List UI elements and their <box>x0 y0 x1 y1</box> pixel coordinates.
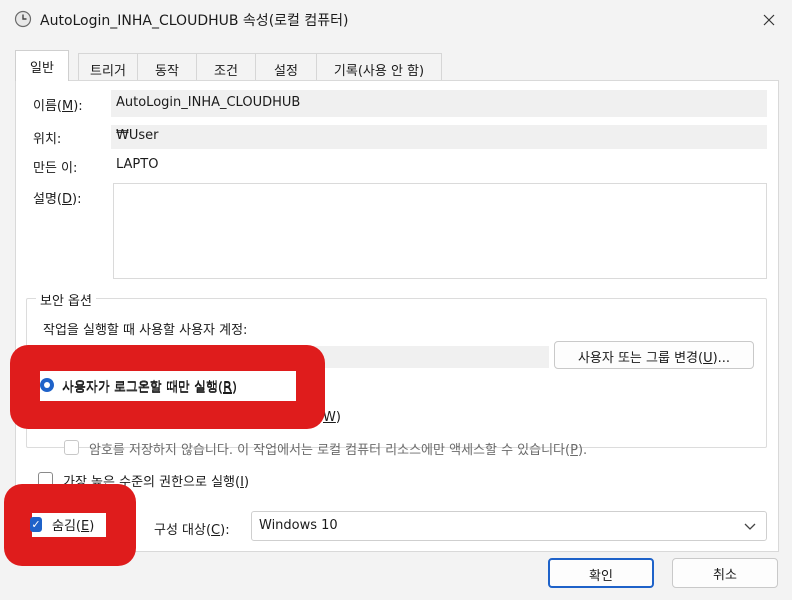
security-options-title: 보안 옵션 <box>36 290 96 309</box>
tab-label: 조건 <box>214 64 238 79</box>
redacted-author-blur <box>166 151 286 177</box>
description-textarea[interactable] <box>113 183 767 279</box>
name-label: 이름(M): <box>33 99 83 114</box>
tab-history[interactable]: 기록(사용 안 함) <box>316 53 442 80</box>
hidden-label: 숨김(E) <box>52 519 95 534</box>
author-value: LAPTO <box>116 157 159 172</box>
author-label: 만든 이: <box>33 161 78 176</box>
close-icon <box>763 14 775 26</box>
tab-label: 동작 <box>155 64 179 79</box>
tab-label: 일반 <box>30 61 54 76</box>
user-account-prompt: 작업을 실행할 때 사용할 사용자 계정: <box>43 323 248 338</box>
tab-triggers[interactable]: 트리거 <box>78 53 138 80</box>
tab-general[interactable]: 일반 <box>15 50 69 81</box>
title-bar: AutoLogin_INHA_CLOUDHUB 속성(로컬 컴퓨터) <box>0 0 792 40</box>
no-store-password-checkbox[interactable] <box>64 440 79 455</box>
name-field[interactable]: AutoLogin_INHA_CLOUDHUB <box>111 90 767 117</box>
tab-label: 트리거 <box>90 64 126 79</box>
no-store-password-label: 암호를 저장하지 않습니다. 이 작업에서는 로컬 컴퓨터 리소스에만 액세스할… <box>89 443 588 458</box>
tab-label: 기록(사용 안 함) <box>333 64 425 79</box>
configure-for-value: Windows 10 <box>259 518 338 533</box>
run-only-logged-on-label-visible: 사용자가 로그온할 때만 실행(R) <box>62 380 238 395</box>
general-panel: 이름(M): AutoLogin_INHA_CLOUDHUB 위치: ₩User… <box>15 80 779 552</box>
chevron-down-icon <box>744 523 756 530</box>
location-value: ₩User <box>116 128 159 143</box>
change-user-button[interactable]: 사용자 또는 그룹 변경(U)... <box>554 341 754 369</box>
run-only-logged-on-radio-visible[interactable] <box>40 378 54 392</box>
tab-settings[interactable]: 설정 <box>255 53 317 80</box>
run-whether-logged-on-label[interactable]: W) <box>323 410 341 425</box>
location-field[interactable]: ₩User <box>111 125 767 149</box>
tab-conditions[interactable]: 조건 <box>196 53 256 80</box>
clock-icon <box>14 10 32 28</box>
name-value: AutoLogin_INHA_CLOUDHUB <box>116 95 301 110</box>
ok-button[interactable]: 확인 <box>548 558 654 588</box>
properties-dialog: AutoLogin_INHA_CLOUDHUB 속성(로컬 컴퓨터) 일반 트리… <box>0 0 792 600</box>
location-label: 위치: <box>33 132 62 147</box>
hidden-checkbox[interactable]: ✓ <box>30 517 42 532</box>
cancel-button[interactable]: 취소 <box>672 558 778 588</box>
configure-for-select[interactable]: Windows 10 <box>251 511 767 541</box>
description-label: 설명(D): <box>33 192 82 207</box>
ok-label: 확인 <box>589 569 613 584</box>
cancel-label: 취소 <box>713 568 737 583</box>
close-button[interactable] <box>746 0 792 40</box>
tab-label: 설정 <box>274 64 298 79</box>
configure-for-label: 구성 대상(C): <box>154 523 230 538</box>
tab-actions[interactable]: 동작 <box>137 53 197 80</box>
window-title: AutoLogin_INHA_CLOUDHUB 속성(로컬 컴퓨터) <box>40 13 349 29</box>
